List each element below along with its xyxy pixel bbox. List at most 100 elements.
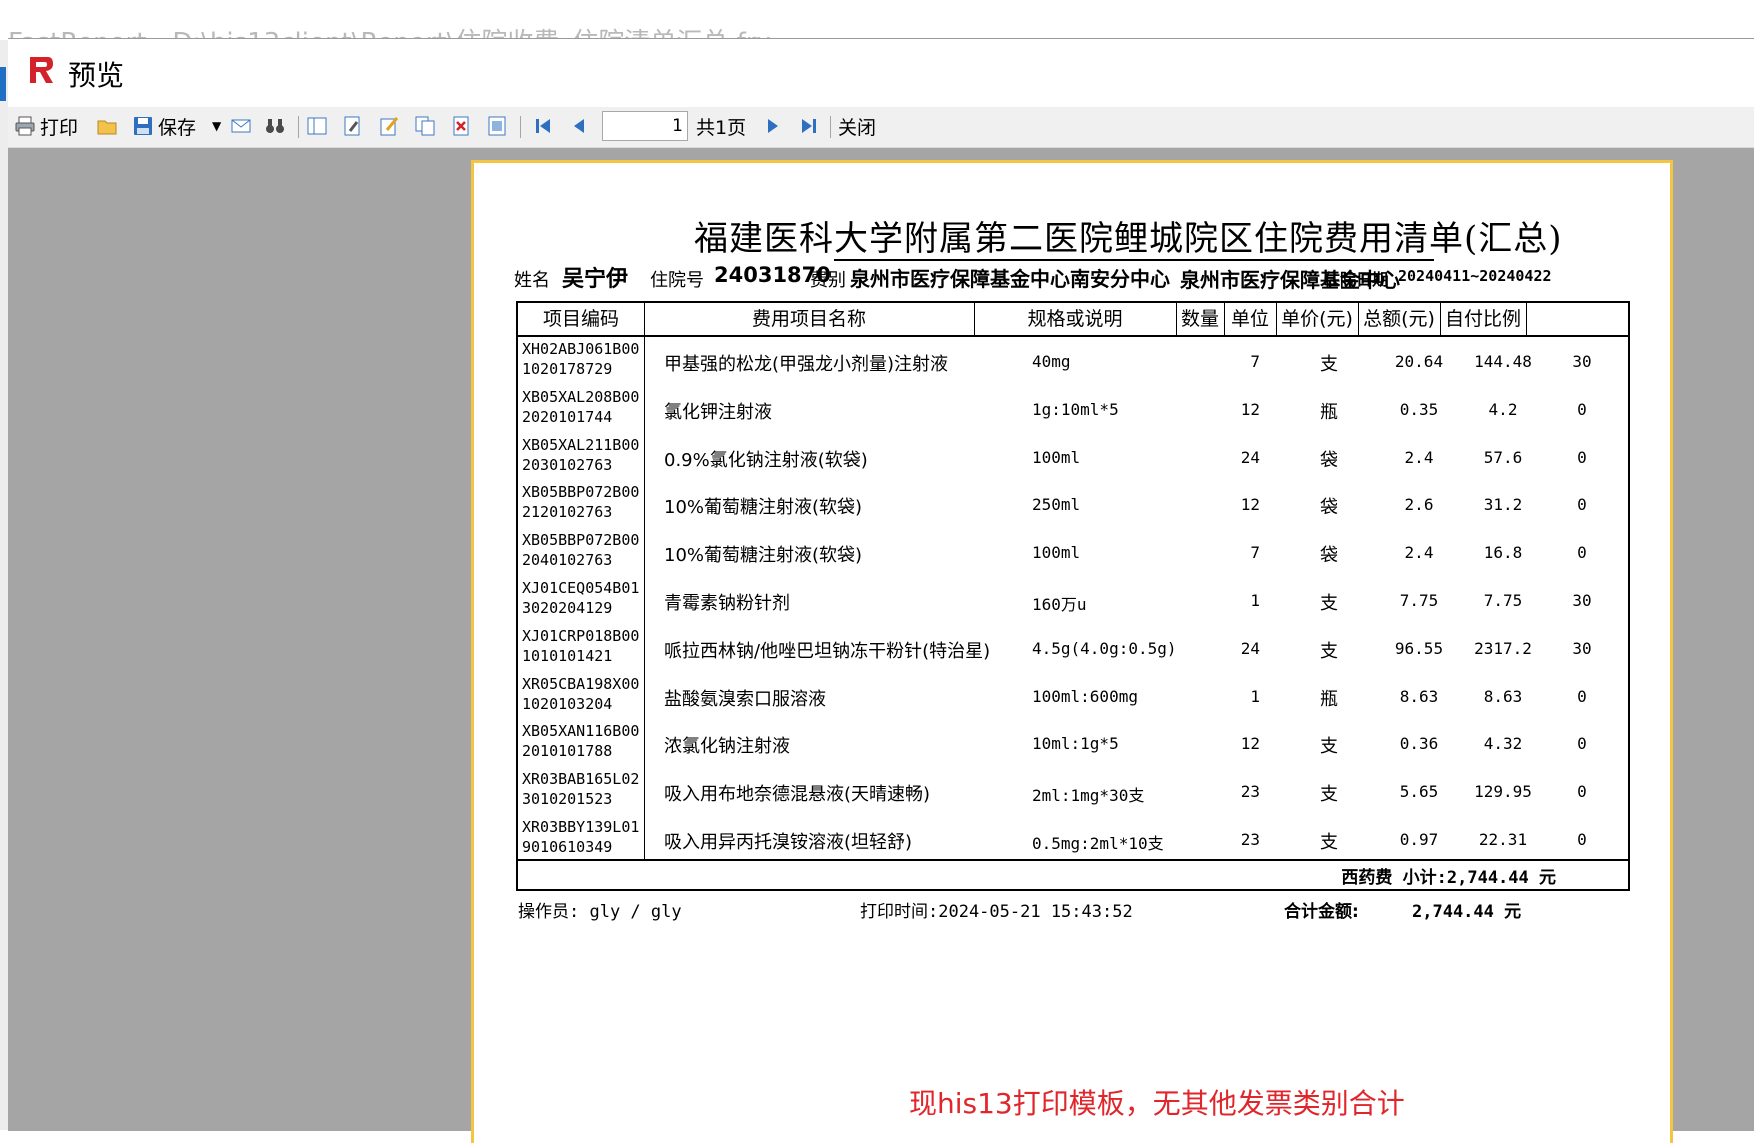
item-spec: 10ml:1g*5 — [1032, 734, 1119, 754]
find-button[interactable] — [264, 113, 286, 139]
preview-area[interactable]: 福建医科大学附属第二医院鲤城院区住院费用清单(汇总) 姓名 吴宁伊 住院号 24… — [8, 148, 1754, 1143]
close-button[interactable]: 关闭 — [838, 113, 876, 139]
report-page: 福建医科大学附属第二医院鲤城院区住院费用清单(汇总) 姓名 吴宁伊 住院号 24… — [471, 160, 1673, 1143]
copy-pages-icon — [415, 116, 435, 136]
item-code-line1: XJ01CRP018B00 — [522, 626, 640, 645]
item-unit: 瓶 — [1320, 688, 1338, 710]
item-qty: 12 — [1240, 495, 1260, 515]
column-divider — [1276, 303, 1277, 335]
item-code-line2: 2120102763 — [522, 503, 613, 522]
email-icon — [231, 119, 251, 133]
save-dropdown[interactable]: ▼ — [212, 113, 221, 139]
item-unit: 支 — [1320, 784, 1338, 806]
period-label: 住院日期 — [1324, 270, 1389, 289]
delete-page-button[interactable] — [450, 113, 472, 139]
item-code-line2: 2040102763 — [522, 551, 613, 570]
item-qty: 7 — [1250, 352, 1260, 371]
page-number-input[interactable]: 1 — [602, 111, 688, 141]
edit-page-icon — [380, 117, 399, 136]
page-setup-button[interactable] — [342, 113, 364, 139]
item-name: 青霉素钠粉针剂 — [664, 593, 790, 614]
item-spec: 1g:10ml*5 — [1032, 399, 1119, 419]
item-code-line1: XB05BBP072B00 — [522, 531, 640, 550]
col-header-ratio: 自付比例 — [1444, 308, 1521, 330]
item-unit: 袋 — [1320, 497, 1338, 519]
wrench-page-icon — [344, 116, 360, 136]
item-spec: 40mg — [1032, 352, 1071, 371]
print-label: 打印 — [40, 116, 79, 139]
item-code: XJ01CEQ054B01 3020204129 — [522, 578, 639, 618]
table-row: XB05BBP072B00 2040102763 10%葡萄糖注射液(软袋) 100m… — [518, 528, 1628, 576]
toolbar: 打印 保存 ▼ 1 共1页 关闭 — [8, 107, 1754, 148]
column-divider — [974, 303, 975, 335]
save-button[interactable]: 保存 — [132, 113, 196, 139]
table-row: XB05BBP072B00 2120102763 10%葡萄糖注射液(软袋) 250m… — [518, 480, 1628, 528]
printer-icon — [15, 116, 35, 136]
item-code-line1: XR03BBY139L01 — [522, 818, 640, 836]
col-header-amount: 总额(元) — [1363, 308, 1435, 330]
item-code-line1: XR03BAB165L02 — [522, 770, 640, 789]
delete-page-icon — [453, 116, 469, 136]
subtotal: 西药费 小计:2,744.44 元 — [1341, 868, 1556, 888]
last-page-button[interactable] — [798, 113, 820, 139]
item-qty: 23 — [1240, 830, 1260, 849]
binoculars-icon — [266, 119, 284, 133]
prev-page-button[interactable] — [568, 113, 590, 139]
item-code-line1: XB05XAL211B00 — [522, 435, 640, 454]
item-unit: 瓶 — [1320, 401, 1338, 423]
title-bar: 预览 — [8, 39, 1754, 106]
item-code-line2: 2020101744 — [522, 407, 613, 426]
item-ratio: 0 — [1577, 495, 1587, 515]
watermark-button[interactable] — [486, 113, 508, 139]
print-time: 打印时间:2024-05-21 15:43:52 — [860, 902, 1133, 922]
folder-icon — [97, 120, 117, 135]
item-qty: 24 — [1240, 638, 1260, 658]
item-code-line2: 3020204129 — [522, 599, 613, 617]
item-name: 吸入用布地奈德混悬液(天晴速畅) — [664, 784, 931, 806]
admission-label: 住院号 — [650, 270, 704, 291]
print-button[interactable]: 打印 — [14, 113, 78, 139]
item-code-line2: 2010101788 — [522, 742, 613, 761]
page-total-label: 共1页 — [696, 116, 747, 139]
email-button[interactable] — [230, 113, 252, 139]
col-header-name: 费用项目名称 — [751, 308, 866, 330]
next-page-icon — [768, 119, 778, 133]
table-row: XB05XAN116B00 2010101788 浓氯化钠注射液 10ml:1g*5 1… — [518, 719, 1628, 767]
item-code-line1: XR05CBA198X00 — [522, 674, 640, 693]
col-header-spec: 规格或说明 — [1027, 308, 1123, 330]
edit-button[interactable] — [378, 113, 400, 139]
col-header-price: 单价(元) — [1281, 308, 1353, 330]
table-row: XJ01CEQ054B01 3020204129 青霉素钠粉针剂 160万u 1 支 7.7… — [518, 576, 1628, 624]
item-code: XB05XAN116B00 2010101788 — [522, 721, 639, 761]
item-code-line1: XB05BBP072B00 — [522, 483, 640, 502]
admission-period: 20240411~20240422 — [1398, 267, 1552, 285]
outline-button[interactable] — [306, 113, 328, 139]
table-row: XR03BBY139L01 9010610349 吸入用异丙托溴铵溶液(坦轻舒) 0.… — [518, 815, 1628, 863]
next-page-button[interactable] — [762, 113, 784, 139]
fee-type-label: 费别 — [810, 270, 846, 291]
item-spec: 100ml — [1032, 447, 1081, 467]
table-row: XH02ABJ061B00 1020178729 甲基强的松龙(甲强龙小剂量)注射液… — [518, 337, 1628, 385]
fee-type: 泉州市医疗保障基金中心南安分中心 — [850, 267, 1170, 291]
table-row: XB05XAL211B00 2030102763 0.9%氯化钠注射液(软袋) 100… — [518, 433, 1628, 481]
window-title: 预览 — [68, 59, 125, 92]
open-button[interactable] — [96, 113, 118, 139]
item-ratio: 0 — [1577, 686, 1587, 706]
report-title: 福建医科大学附属第二医院鲤城院区住院费用清单(汇总) — [694, 219, 1563, 259]
copy-page-button[interactable] — [414, 113, 436, 139]
column-divider — [1224, 303, 1225, 335]
name-label: 姓名 — [514, 270, 550, 291]
prev-page-icon — [574, 119, 584, 133]
background-taskbar-marker — [0, 67, 6, 101]
item-name: 0.9%氯化钠注射液(软袋) — [664, 449, 868, 471]
item-code-line2: 9010610349 — [522, 838, 613, 856]
item-unit: 支 — [1320, 593, 1338, 614]
toolbar-separator — [520, 116, 521, 138]
item-spec: 100ml — [1032, 543, 1081, 563]
item-qty: 12 — [1240, 399, 1260, 419]
last-page-icon — [802, 119, 816, 133]
first-page-button[interactable] — [532, 113, 554, 139]
item-ratio: 30 — [1572, 591, 1592, 610]
item-name: 浓氯化钠注射液 — [664, 736, 790, 758]
column-divider — [1176, 303, 1177, 335]
